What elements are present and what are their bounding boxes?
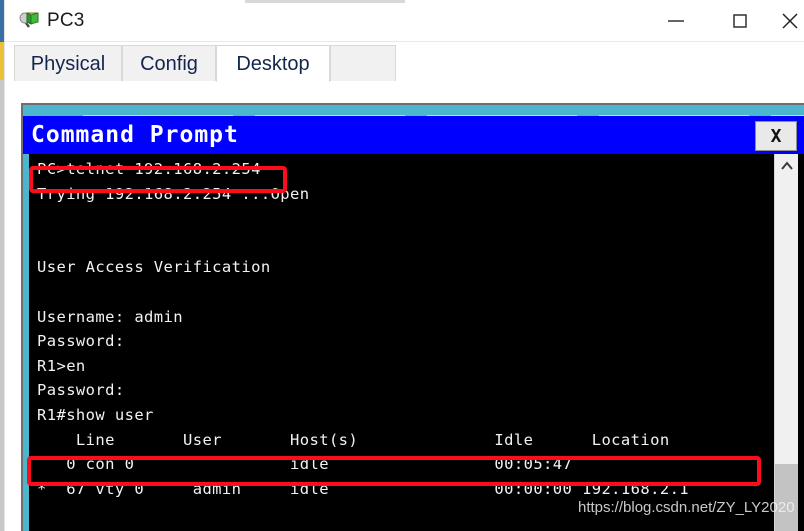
console-scrollbar[interactable] (774, 154, 798, 531)
command-prompt-title: Command Prompt (31, 122, 239, 148)
tab-desktop[interactable]: Desktop (216, 45, 330, 82)
chevron-up-icon (780, 161, 793, 170)
window-title-bar: PC3 (5, 0, 804, 42)
tab-physical[interactable]: Physical (14, 45, 122, 82)
minimize-button[interactable] (653, 0, 699, 42)
tab-strip-filler (330, 45, 396, 82)
minimize-icon (668, 20, 684, 22)
command-prompt-window: Command Prompt X PC>telnet 192.168.2.254… (23, 116, 804, 531)
close-button[interactable] (771, 0, 804, 42)
command-prompt-close-button[interactable]: X (755, 121, 797, 151)
tab-config[interactable]: Config (122, 45, 216, 82)
tab-physical-label: Physical (30, 52, 106, 75)
console-text: PC>telnet 192.168.2.254 Trying 192.168.2… (37, 160, 698, 531)
maximize-icon (733, 14, 747, 28)
page-title: PC3 (47, 10, 85, 31)
console-output-area[interactable]: PC>telnet 192.168.2.254 Trying 192.168.2… (29, 154, 774, 531)
scrollbar-thumb[interactable] (775, 464, 798, 531)
tab-config-label: Config (140, 52, 198, 75)
command-prompt-title-bar: Command Prompt X (23, 116, 804, 154)
title-bar-accent (245, 0, 405, 3)
tab-desktop-label: Desktop (236, 52, 310, 75)
device-tab-strip: Physical Config Desktop (5, 42, 804, 82)
scroll-up-button[interactable] (775, 154, 798, 178)
maximize-button[interactable] (717, 0, 763, 42)
pc-device-icon (18, 10, 40, 32)
close-icon (782, 13, 798, 29)
packet-tracer-device-window: PC3 Physical Config Desktop Command Prom… (0, 0, 804, 531)
tab-active-underline (5, 81, 804, 82)
